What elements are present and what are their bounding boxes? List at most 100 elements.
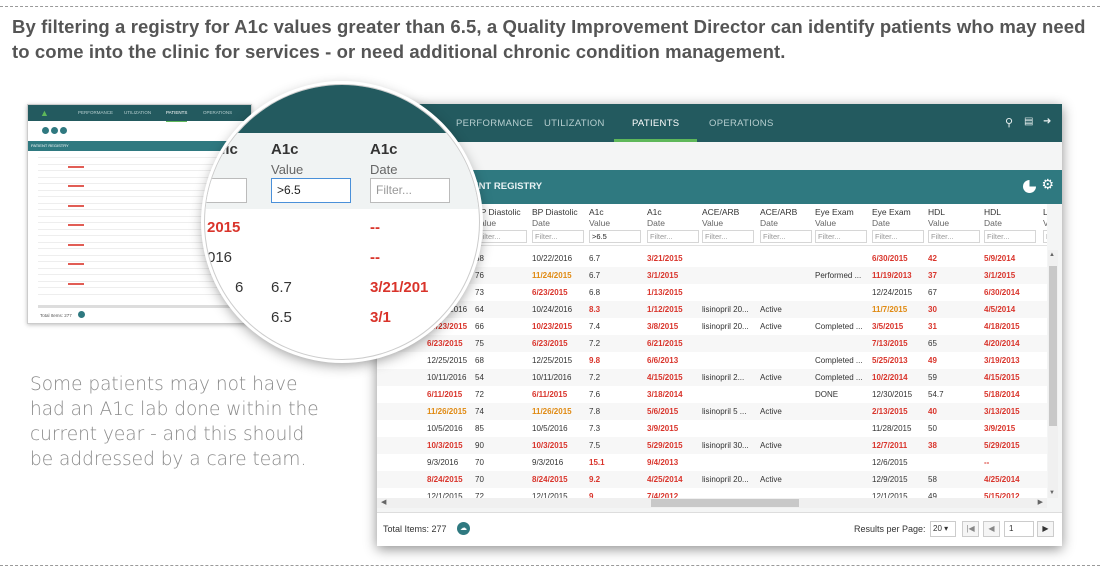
search-icon[interactable]: ⚲ xyxy=(1005,116,1013,129)
horizontal-scroll-thumb[interactable] xyxy=(651,499,799,507)
next-page-button[interactable]: ▶ xyxy=(1037,521,1054,537)
table-cell: 11/26/2015 xyxy=(427,407,467,416)
column-filter-input[interactable]: Filter... xyxy=(647,230,699,243)
scroll-left-icon[interactable]: ◀ xyxy=(381,498,386,508)
table-row[interactable]: 10/11/2016 54 10/11/2016 7.2 4/15/2015 lisino… xyxy=(377,369,1047,386)
table-cell: 6/11/2015 xyxy=(427,390,463,399)
horizontal-scrollbar[interactable]: ◀ ▶ xyxy=(377,498,1047,508)
scroll-down-icon[interactable]: ▼ xyxy=(1049,490,1055,496)
thumbnail-red-mark xyxy=(68,204,84,207)
vertical-scrollbar[interactable]: ▲ ▼ xyxy=(1048,250,1058,498)
column-filter-input[interactable]: Filter... xyxy=(475,230,527,243)
logout-icon[interactable]: ➜ xyxy=(1043,116,1051,127)
table-cell: 6.7 xyxy=(589,254,601,263)
table-row[interactable]: 12/25/2015 68 12/25/2015 9.8 6/6/2013 Complet… xyxy=(377,352,1047,369)
table-row[interactable]: 11/26/2015 74 11/26/2015 7.8 5/6/2015 lisinop… xyxy=(377,403,1047,420)
thumbnail-dot-icon xyxy=(51,127,58,134)
thumbnail-nav-utilization: UTILIZATION xyxy=(124,110,152,115)
thumbnail-row-line xyxy=(38,287,243,288)
column-filter-input[interactable]: Filter... xyxy=(984,230,1036,243)
nav-patients[interactable]: PATIENTS xyxy=(614,104,698,142)
gear-icon[interactable]: ⚙ xyxy=(1041,176,1054,193)
table-row[interactable]: /4/20157611/24/20156.73/1/2015Performed … xyxy=(377,267,1047,284)
column-header[interactable]: BP Diastolic Date xyxy=(532,207,578,229)
a1c-value-filter-input[interactable]: >6.5 xyxy=(271,178,351,203)
table-cell: 64 xyxy=(475,305,484,314)
nav-utilization[interactable]: UTILIZATION xyxy=(544,104,605,142)
grid-footer: Total Items: 277 ☁ Results per Page: 20 … xyxy=(377,512,1062,546)
column-filter-input[interactable]: Filter... xyxy=(532,230,584,243)
table-cell: DONE xyxy=(815,390,839,399)
thumbnail-dot-icon xyxy=(42,127,49,134)
table-cell: 5/29/2015 xyxy=(984,441,1020,450)
column-header[interactable]: A1c Date xyxy=(647,207,665,229)
table-row[interactable]: 10/3/2015 90 10/3/2015 7.5 5/29/2015 lisinopr… xyxy=(377,437,1047,454)
column-header[interactable]: ACE/ARB Date xyxy=(760,207,797,229)
table-cell: 4/5/2014 xyxy=(984,305,1016,314)
thumbnail-red-mark xyxy=(68,224,84,226)
chart-pie-icon[interactable] xyxy=(1023,180,1036,193)
column-header[interactable]: A1c Value xyxy=(589,207,610,229)
table-cell: Active xyxy=(760,373,782,382)
magnifier-partial-filter[interactable] xyxy=(205,178,247,203)
table-cell: 8/24/2015 xyxy=(427,475,463,484)
column-filter-input[interactable]: Filter... xyxy=(872,230,924,243)
magnifier-a1c-date-title: A1c xyxy=(370,141,398,158)
scroll-right-icon[interactable]: ▶ xyxy=(1038,498,1043,508)
table-row[interactable]: 6/23/2015736/23/20156.81/13/201512/24/20… xyxy=(377,284,1047,301)
nav-operations[interactable]: OPERATIONS xyxy=(709,104,774,142)
column-filter-input[interactable]: Filter... xyxy=(815,230,867,243)
thumbnail-row-line xyxy=(38,293,243,295)
column-header[interactable]: BP Diastolic Value xyxy=(475,207,521,229)
table-row[interactable]: 12/1/2015 72 12/1/2015 9 7/4/2012 12/1/2015 49… xyxy=(377,488,1047,498)
table-cell: 76 xyxy=(475,271,484,280)
column-subtitle: Value xyxy=(928,218,950,228)
table-row[interactable]: 9/3/2016 70 9/3/2016 15.1 9/4/2013 12/6/2015 -… xyxy=(377,454,1047,471)
table-cell: 10/11/2016 xyxy=(532,373,572,382)
column-title: LDL xyxy=(1043,207,1047,217)
column-header[interactable]: LDLValu xyxy=(1043,207,1047,229)
cloud-download-icon[interactable]: ☁ xyxy=(457,522,470,535)
table-cell: lisinopril 30... xyxy=(702,441,749,450)
thumbnail-red-mark xyxy=(68,185,84,187)
table-cell: 85 xyxy=(475,424,484,433)
first-page-button[interactable]: |◀ xyxy=(962,521,979,537)
table-row[interactable]: 6/11/2015 72 6/11/2015 7.6 3/18/2014 DONE 12/3… xyxy=(377,386,1047,403)
prev-page-button[interactable]: ◀ xyxy=(983,521,1000,537)
column-header[interactable]: HDL Value xyxy=(928,207,949,229)
table-row[interactable]: 10/23/2015 66 10/23/2015 7.4 3/8/2015 lisinop… xyxy=(377,318,1047,335)
column-subtitle: Valu xyxy=(1043,218,1047,228)
table-row[interactable]: 10/24/20166410/24/20168.31/12/2015lisino… xyxy=(377,301,1047,318)
table-cell: 10/3/2015 xyxy=(532,441,568,450)
table-cell: 65 xyxy=(928,339,937,348)
table-row[interactable]: 10/5/2016 85 10/5/2016 7.3 3/9/2015 11/28/201… xyxy=(377,420,1047,437)
table-cell: 68 xyxy=(475,254,484,263)
column-header[interactable]: Eye Exam Value xyxy=(815,207,854,229)
column-filter-input[interactable]: Filter... xyxy=(928,230,980,243)
scroll-up-icon[interactable]: ▲ xyxy=(1049,252,1055,258)
column-filter-input[interactable]: Filter... xyxy=(702,230,754,243)
thumbnail-total: Total Items: 277 xyxy=(40,313,72,318)
column-header[interactable]: HDL Date xyxy=(984,207,1002,229)
table-row[interactable]: 8/24/2015 70 8/24/2015 9.2 4/25/2014 lisinopr… xyxy=(377,471,1047,488)
calendar-icon[interactable]: ▤ xyxy=(1024,116,1033,127)
results-per-page-value: 20 xyxy=(933,524,942,533)
thumbnail-red-mark xyxy=(68,243,84,246)
table-cell: 73 xyxy=(475,288,484,297)
table-cell: 3/1/2015 xyxy=(984,271,1016,280)
table-cell: 70 xyxy=(475,475,484,484)
column-filter-input[interactable]: Filter... xyxy=(1043,230,1047,243)
column-header[interactable]: Eye Exam Date xyxy=(872,207,911,229)
table-row[interactable]: 20166810/22/20166.73/21/20156/30/2015425… xyxy=(377,250,1047,267)
vertical-scroll-thumb[interactable] xyxy=(1049,266,1057,426)
page-input[interactable]: 1 xyxy=(1004,521,1034,537)
results-per-page-select[interactable]: 20 ▾ xyxy=(930,521,956,537)
table-row[interactable]: 6/23/2015 75 6/23/2015 7.2 6/21/2015 7/13/201… xyxy=(377,335,1047,352)
magnifier-cell: 2015 xyxy=(207,219,241,236)
column-filter-input[interactable]: >6.5 xyxy=(589,230,641,243)
column-header[interactable]: ACE/ARB Value xyxy=(702,207,739,229)
table-cell: 10/22/2016 xyxy=(532,254,573,263)
column-filter-input[interactable]: Filter... xyxy=(760,230,812,243)
a1c-date-filter-input[interactable]: Filter... xyxy=(370,178,450,203)
table-cell: 11/28/2015 xyxy=(872,424,912,433)
